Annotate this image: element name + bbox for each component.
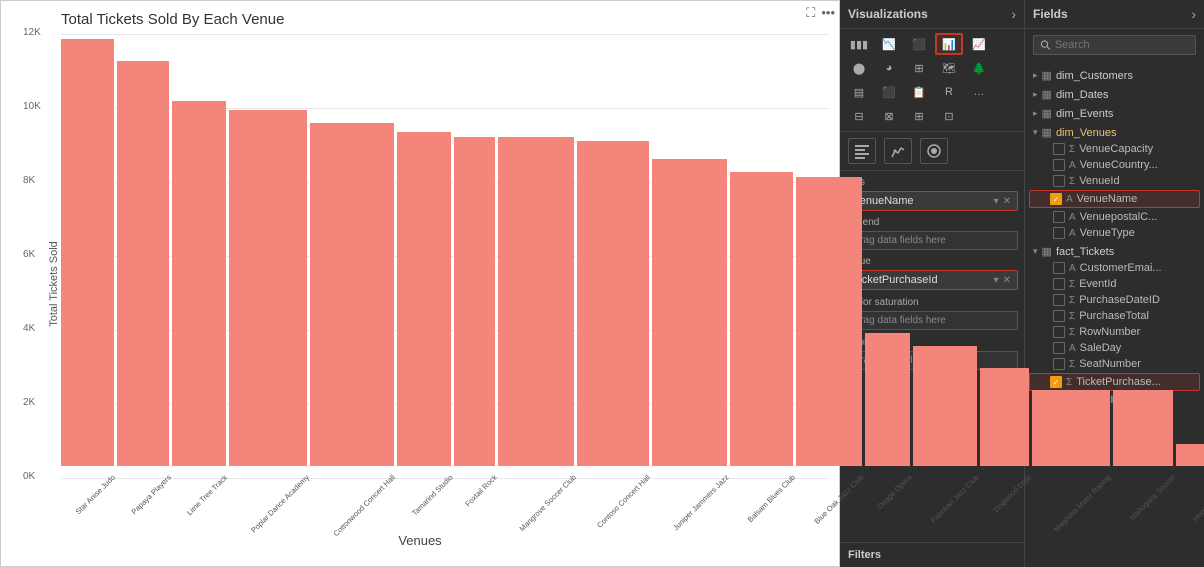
- bar: [730, 172, 793, 466]
- bar: [1032, 390, 1109, 466]
- bar-label: Contoso Concert Hall: [595, 473, 652, 530]
- bar-item[interactable]: Osage Opera: [865, 34, 910, 479]
- bar: [61, 39, 114, 466]
- viz-panel-title: Visualizations: [848, 7, 928, 21]
- bar: [1113, 390, 1173, 466]
- bar-item[interactable]: Hornbeam HipHop: [1176, 34, 1204, 479]
- bar-item[interactable]: Tamarind Studio: [397, 34, 451, 479]
- bar: [229, 110, 307, 466]
- fields-panel-title: Fields: [1033, 7, 1068, 21]
- viz-expand-icon[interactable]: ›: [1011, 6, 1016, 22]
- bar: [117, 61, 170, 466]
- x-axis-label: Venues: [398, 533, 441, 548]
- bar-item[interactable]: Juniper Jammers Jazz: [652, 34, 727, 479]
- bar-chart: 12K10K8K6K4K2K0K Star Anise JudoPapaya P…: [61, 34, 829, 479]
- bar: [865, 333, 910, 467]
- bar-item[interactable]: Contoso Concert Hall: [577, 34, 648, 479]
- bar-label: Cottonwood Concert Hall: [332, 473, 397, 538]
- bar-label: Foxtail Rock: [463, 473, 499, 509]
- viz-panel-header: Visualizations ›: [840, 0, 1024, 29]
- bar-label: Papaya Players: [129, 473, 173, 517]
- bar: [652, 159, 727, 466]
- y-tick-label: 6K: [23, 249, 35, 260]
- bar: [498, 137, 574, 466]
- y-tick-label: 2K: [23, 397, 35, 408]
- chart-container: ⛶ ••• Total Tickets Sold By Each Venue T…: [0, 0, 840, 567]
- bar-item[interactable]: Blue Oak Jazz Club: [796, 34, 862, 479]
- bar: [1176, 444, 1204, 466]
- bar-label: Star Anise Judo: [74, 473, 118, 517]
- bar-item[interactable]: Star Anise Judo: [61, 34, 114, 479]
- bar: [913, 346, 977, 466]
- bar-item[interactable]: Papaya Players: [117, 34, 170, 479]
- bar-label: Mangrove Soccer Club: [518, 473, 578, 533]
- fields-panel-header: Fields ›: [1025, 0, 1204, 29]
- bar-item[interactable]: Mangrove Soccer Club: [498, 34, 574, 479]
- bar-item[interactable]: Lime Tree Track: [172, 34, 226, 479]
- bar-item[interactable]: Mahogany Soccer: [1113, 34, 1173, 479]
- bars-container: Star Anise JudoPapaya PlayersLime Tree T…: [61, 34, 829, 479]
- y-tick-label: 8K: [23, 175, 35, 186]
- bar: [454, 137, 495, 466]
- y-tick-label: 0K: [23, 471, 35, 482]
- bar-label: Lime Tree Track: [185, 473, 229, 517]
- y-tick-label: 4K: [23, 323, 35, 334]
- y-tick-label: 12K: [23, 27, 41, 38]
- filters-bar: Filters: [840, 542, 1024, 567]
- bar-item[interactable]: Foxtail Rock: [454, 34, 495, 479]
- bar: [310, 123, 393, 466]
- bar: [577, 141, 648, 466]
- y-tick-label: 10K: [23, 101, 41, 112]
- bar-label: Balsam Blues Club: [745, 473, 796, 524]
- bar: [172, 101, 226, 466]
- bar: [796, 177, 862, 466]
- bar-item[interactable]: Cottonwood Concert Hall: [310, 34, 393, 479]
- chart-title: Total Tickets Sold By Each Venue: [61, 11, 829, 28]
- bar-item[interactable]: Poplar Dance Academy: [229, 34, 307, 479]
- y-axis-label: Total Tickets Sold: [48, 241, 60, 327]
- filters-label: Filters: [848, 549, 881, 561]
- bar: [980, 368, 1029, 466]
- bar: [397, 132, 451, 466]
- more-icon[interactable]: •••: [821, 5, 835, 21]
- bar-label: Tamarind Studio: [410, 473, 455, 518]
- chart-toolbar: ⛶ •••: [806, 5, 835, 21]
- bar-label: Juniper Jammers Jazz: [671, 473, 730, 532]
- fields-expand-icon[interactable]: ›: [1191, 6, 1196, 22]
- bar-item[interactable]: Fabrikan Jazz Club: [913, 34, 977, 479]
- expand-icon[interactable]: ⛶: [806, 5, 815, 21]
- bar-item[interactable]: Magnolia Motor Racing: [1032, 34, 1109, 479]
- bar-label: Poplar Dance Academy: [249, 473, 311, 535]
- bar-item[interactable]: Balsam Blues Club: [730, 34, 793, 479]
- bar-item[interactable]: Dogwood Dojo: [980, 34, 1029, 479]
